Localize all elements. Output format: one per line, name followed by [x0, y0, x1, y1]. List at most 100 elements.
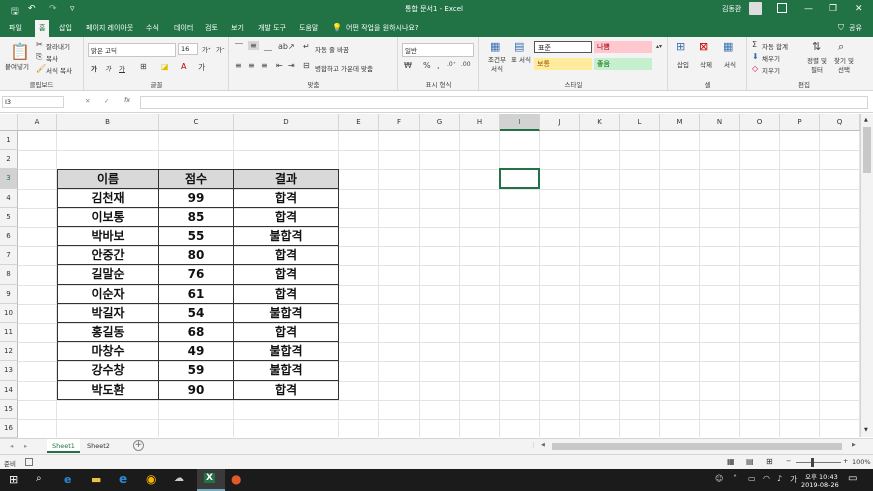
align-top-icon[interactable]: ⎺ [235, 42, 243, 52]
zoom-out-icon[interactable]: − [786, 457, 791, 465]
zoom-level[interactable]: 100% [852, 458, 871, 466]
row-header[interactable]: 7 [0, 246, 18, 266]
font-name-select[interactable]: 맑은 고딕 [88, 43, 176, 57]
search-icon[interactable]: ⌕ [36, 473, 42, 484]
normal-view-icon[interactable]: ▦ [727, 457, 735, 466]
macro-record-icon[interactable] [25, 458, 33, 466]
align-center-icon[interactable]: ≡ [248, 61, 255, 70]
column-header[interactable]: P [780, 114, 820, 131]
maximize-icon[interactable]: ❐ [829, 4, 837, 14]
table-cell[interactable]: 박바보 [57, 227, 159, 247]
table-cell[interactable]: 68 [159, 323, 234, 343]
paste-icon[interactable]: 📋 [10, 42, 30, 61]
column-header[interactable]: J [540, 114, 580, 131]
table-cell[interactable]: 불합격 [234, 342, 339, 362]
enter-icon[interactable]: ✓ [104, 97, 109, 105]
format-painter-icon[interactable]: 🖌 [36, 64, 46, 73]
column-header[interactable]: I [500, 114, 540, 131]
file-explorer-icon[interactable]: ▬ [91, 473, 101, 486]
row-header[interactable]: 9 [0, 284, 18, 304]
table-cell[interactable]: 이보통 [57, 207, 159, 227]
column-header[interactable]: B [57, 114, 159, 131]
column-header[interactable]: F [379, 114, 420, 131]
sort-filter-button[interactable]: 정렬 및 필터 [804, 57, 830, 75]
table-cell[interactable]: 61 [159, 284, 234, 304]
table-cell[interactable]: 합격 [234, 246, 339, 266]
excel-icon[interactable]: X [204, 473, 215, 483]
cut-button[interactable]: 잘라내기 [46, 41, 70, 51]
grow-font-icon[interactable]: 가ᐩ [202, 44, 211, 54]
autosum-icon[interactable]: Σ [752, 40, 757, 49]
customize-icon[interactable]: ▿ [70, 4, 75, 14]
table-cell[interactable]: 불합격 [234, 361, 339, 381]
table-cell[interactable]: 80 [159, 246, 234, 266]
table-cell[interactable]: 76 [159, 265, 234, 285]
row-header[interactable]: 13 [0, 361, 18, 381]
clear-button[interactable]: 지우기 [762, 65, 780, 75]
tell-me-search[interactable]: 어떤 작업을 원하시나요? [346, 23, 419, 33]
align-bottom-icon[interactable]: ⎽ [264, 42, 272, 52]
zoom-slider[interactable] [796, 462, 841, 463]
scroll-down-icon[interactable]: ▼ [864, 427, 868, 433]
volume-icon[interactable]: ♪ [777, 474, 782, 483]
fill-color-icon[interactable]: ◪ [161, 62, 169, 71]
delete-cells-button[interactable]: 삭제 [700, 59, 712, 69]
style-neutral[interactable]: 보통 [534, 58, 592, 70]
table-cell[interactable]: 마창수 [57, 342, 159, 362]
table-cell[interactable]: 59 [159, 361, 234, 381]
column-header[interactable]: N [700, 114, 740, 131]
active-cell-selection[interactable] [499, 168, 540, 189]
cut-icon[interactable]: ✂ [36, 40, 43, 49]
phonetic-icon[interactable]: 가 [198, 62, 205, 73]
currency-icon[interactable]: ₩ [404, 61, 412, 70]
table-cell[interactable]: 박길자 [57, 303, 159, 323]
save-icon[interactable]: 🖫 [11, 4, 19, 20]
name-box[interactable]: I3 [2, 96, 64, 108]
table-cell[interactable]: 박도환 [57, 380, 159, 400]
tab-home[interactable]: 홈 [35, 20, 50, 37]
share-icon[interactable]: ⛉ [838, 23, 844, 33]
conditional-format-button[interactable]: 조건부 서식 [485, 56, 509, 74]
number-format-select[interactable]: 일반 [402, 43, 474, 57]
find-select-button[interactable]: 찾기 및 선택 [831, 57, 857, 75]
row-header[interactable]: 10 [0, 303, 18, 323]
page-layout-view-icon[interactable]: ▤ [746, 457, 754, 466]
table-cell[interactable]: 합격 [234, 207, 339, 227]
paste-button[interactable]: 붙여넣기 [5, 61, 29, 71]
format-table-button[interactable]: 표 서식 [511, 56, 531, 65]
decrease-decimal-icon[interactable]: .00 [461, 61, 471, 68]
formula-input[interactable] [140, 96, 868, 109]
column-header[interactable]: G [420, 114, 460, 131]
column-header[interactable]: E [339, 114, 379, 131]
copy-icon[interactable]: ⎘ [36, 52, 42, 62]
table-header-cell[interactable]: 점수 [159, 169, 234, 189]
avatar[interactable] [749, 2, 762, 15]
undo-icon[interactable]: ↶ [28, 4, 36, 14]
scroll-right-icon[interactable]: ▶ [852, 442, 856, 448]
row-header[interactable]: 4 [0, 188, 18, 208]
table-cell[interactable]: 합격 [234, 265, 339, 285]
bold-button[interactable]: 가 [91, 63, 97, 73]
column-header[interactable]: D [234, 114, 339, 131]
merge-center-icon[interactable]: ⊟ [303, 61, 310, 70]
fill-icon[interactable]: ⬇ [752, 52, 759, 61]
minimize-icon[interactable]: — [804, 4, 813, 14]
decrease-indent-icon[interactable]: ⇤ [276, 61, 283, 70]
cancel-icon[interactable]: ✕ [85, 97, 90, 105]
redo-icon[interactable]: ↷ [49, 4, 57, 14]
conditional-format-icon[interactable]: ▦ [490, 40, 500, 53]
tray-chevron-icon[interactable]: ˄ [733, 474, 737, 483]
vertical-scrollbar[interactable]: ▲ ▼ [860, 114, 873, 437]
percent-icon[interactable]: % [423, 61, 431, 70]
increase-indent-icon[interactable]: ⇥ [288, 61, 295, 70]
windows-start-icon[interactable]: ⊞ [9, 473, 18, 486]
table-cell[interactable]: 길말순 [57, 265, 159, 285]
next-sheet-icon[interactable]: ▸ [24, 442, 27, 450]
comma-icon[interactable]: , [437, 61, 440, 70]
table-cell[interactable]: 54 [159, 303, 234, 323]
format-table-icon[interactable]: ▤ [514, 40, 524, 53]
column-header[interactable]: K [580, 114, 620, 131]
row-header[interactable]: 15 [0, 399, 18, 419]
row-header[interactable]: 14 [0, 380, 18, 400]
function-icon[interactable]: fx [124, 96, 130, 104]
